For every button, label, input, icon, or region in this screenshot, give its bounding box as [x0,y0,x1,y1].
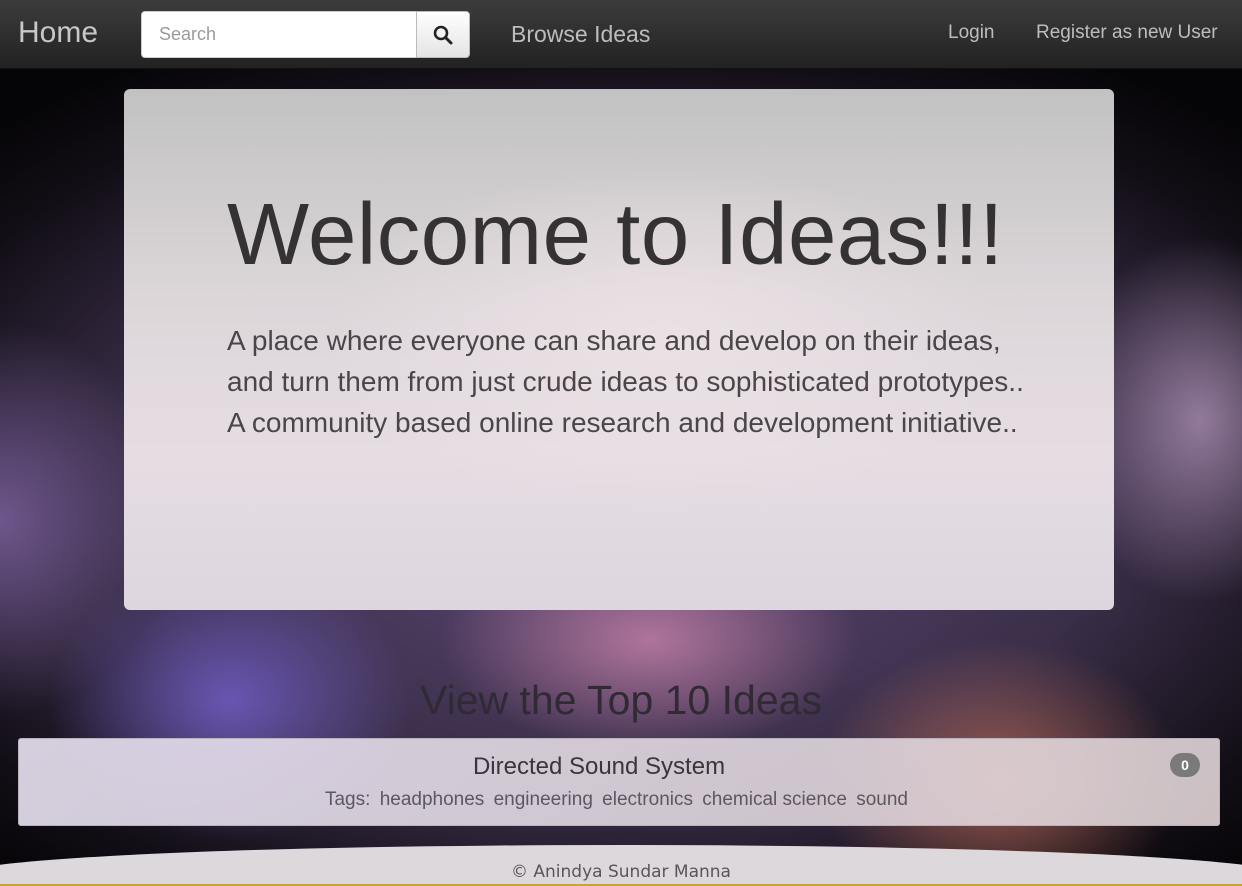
search-button[interactable] [416,11,470,58]
welcome-paragraph-2: A community based online research and de… [227,407,1018,438]
tag-chemical-science[interactable]: chemical science [702,789,847,810]
welcome-paragraph-1: A place where everyone can share and dev… [227,325,1024,397]
idea-list-item[interactable]: Directed Sound System Tags: headphones e… [18,738,1220,826]
tag-sound[interactable]: sound [856,789,908,810]
tag-engineering[interactable]: engineering [494,789,593,810]
home-link[interactable]: Home [18,16,98,50]
login-link[interactable]: Login [948,22,995,44]
register-link[interactable]: Register as new User [1036,22,1218,44]
welcome-jumbotron: Welcome to Ideas!!! A place where everyo… [124,89,1114,610]
idea-title[interactable]: Directed Sound System [19,753,1179,781]
tags-label: Tags: [324,789,371,810]
footer-copyright: © Anindya Sundar Manna [511,862,731,882]
search-icon [433,25,453,44]
tag-electronics[interactable]: electronics [602,789,693,810]
tag-headphones[interactable]: headphones [380,789,485,810]
top-ideas-heading: View the Top 10 Ideas [420,677,822,723]
search-input[interactable] [141,11,418,58]
browse-ideas-link[interactable]: Browse Ideas [511,21,650,48]
idea-tags: Tags: headphones engineering electronics… [19,789,1214,811]
idea-count-badge: 0 [1170,753,1200,777]
welcome-description: A place where everyone can share and dev… [227,320,1027,443]
welcome-title: Welcome to Ideas!!! [227,186,1004,283]
navbar: Home Browse Ideas Login Register as new … [0,0,1242,69]
